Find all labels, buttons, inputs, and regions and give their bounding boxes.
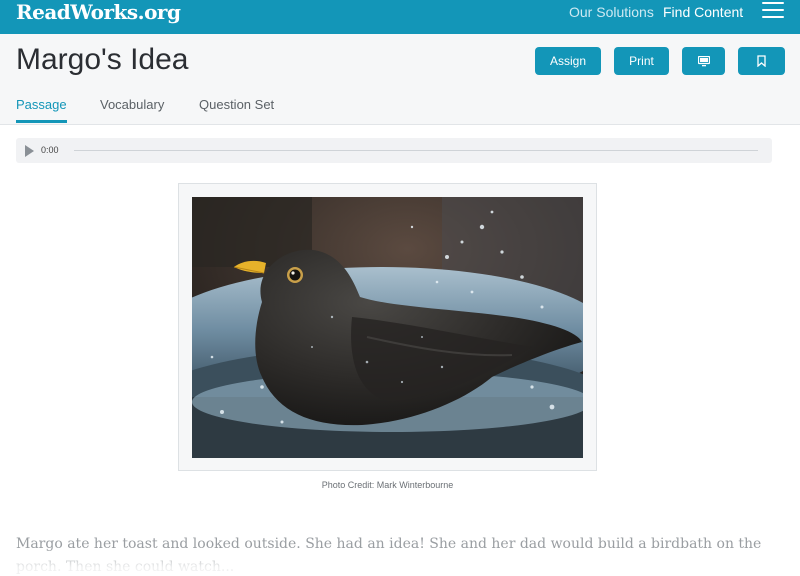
tab-passage[interactable]: Passage	[16, 97, 67, 113]
present-button[interactable]	[682, 47, 725, 75]
photo-credit: Photo Credit: Mark Winterbourne	[321, 480, 454, 490]
blackbird-bathing-photo	[192, 197, 583, 458]
nav-our-solutions[interactable]: Our Solutions	[569, 4, 654, 20]
top-nav-bar: ReadWorks.org Our Solutions Find Content	[0, 0, 800, 34]
audio-progress-track[interactable]	[74, 150, 758, 151]
audio-time: 0:00	[41, 145, 59, 155]
page-title: Margo's Idea	[16, 43, 189, 76]
hamburger-menu-icon[interactable]	[762, 2, 784, 20]
content-header: Margo's Idea Assign Print Passage Vocabu…	[0, 34, 800, 125]
audio-player: 0:00	[16, 138, 772, 163]
tab-vocabulary[interactable]: Vocabulary	[100, 97, 164, 113]
readworks-logo[interactable]: ReadWorks.org	[16, 0, 181, 24]
bookmark-icon	[757, 55, 766, 67]
tab-question-set[interactable]: Question Set	[199, 97, 274, 113]
play-icon[interactable]	[25, 145, 34, 157]
passage-text: Margo ate her toast and looked outside. …	[16, 536, 762, 575]
assign-button[interactable]: Assign	[535, 47, 601, 75]
passage-image-frame	[178, 183, 597, 471]
monitor-icon	[697, 55, 710, 66]
bookmark-button[interactable]	[738, 47, 785, 75]
active-tab-indicator	[16, 120, 67, 123]
print-button[interactable]: Print	[614, 47, 669, 75]
nav-find-content[interactable]: Find Content	[663, 4, 743, 20]
